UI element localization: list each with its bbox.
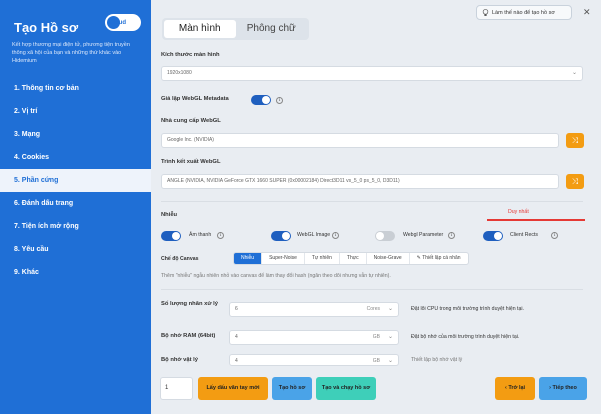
webgl-parameter-switch[interactable] [375,231,395,241]
cloud-toggle[interactable]: Cloud [105,14,141,31]
cpu-unit: Cores [366,306,380,312]
new-fingerprint-button[interactable]: Lấy dấu vân tay mới [198,377,268,400]
tab-screen[interactable]: Màn hình [164,20,236,38]
vram-description: Thiết lập bộ nhớ vật lý [411,357,463,363]
ram-label: Bộ nhớ RAM (64bit) [161,333,216,339]
webgl-metadata-switch[interactable] [251,95,271,105]
sidebar-header: Tạo Hồ sơ Cloud [0,0,151,35]
webgl-renderer-value: ANGLE (NVIDIA, NVIDIA GeForce GTX 1660 S… [167,178,400,184]
unique-underline [487,219,585,221]
help-link[interactable]: Làm thế nào để tạo hồ sơ [476,5,572,20]
sidebar-item-hardware[interactable]: 5. Phần cứng [0,169,151,192]
cpu-value: 6 [235,306,238,312]
create-profile-button[interactable]: Tạo hồ sơ [272,377,312,400]
audio-noise-label: Âm thanh [189,232,212,238]
canvas-hint: Thêm "nhiễu" ngẫu nhiên nhỏ vào canvas đ… [161,273,391,279]
cpu-label: Số lượng nhân xử lý [161,301,218,307]
resolution-value: 1920x1080 [167,70,192,76]
ram-input[interactable]: 4 GB ⌄ [229,330,399,345]
lightbulb-icon [482,8,489,16]
shuffle-vendor-button[interactable]: ⤨ [566,133,584,148]
divider [161,289,583,290]
sidebar-item-bookmarks[interactable]: 6. Đánh dấu trang [0,192,151,215]
ram-value: 4 [235,334,238,340]
sidebar: Tạo Hồ sơ Cloud Kết hợp thương mại điện … [0,0,151,414]
vram-value: 4 [235,358,238,364]
next-label: Tiếp theo [552,385,577,391]
shuffle-icon: ⤨ [571,177,579,186]
cpu-input[interactable]: 6 Cores ⌄ [229,302,399,317]
audio-noise-switch[interactable] [161,231,181,241]
cpu-description: Đặt lõi CPU trong môi trường trình duyệt… [411,306,524,312]
webgl-image-label: WebGL Image [297,232,331,238]
tab-fonts[interactable]: Phông chữ [236,20,308,38]
canvas-mode-super-noise[interactable]: Super-Noise [262,253,305,264]
tab-bar: Màn hình Phông chữ [162,18,309,40]
profile-count-input[interactable]: 1 [160,377,193,400]
webgl-vendor-label: Nhà cung cấp WebGL [161,118,221,124]
noise-label: Nhiễu [161,212,178,218]
info-icon: i [551,232,558,239]
resolution-select[interactable]: 1920x1080 ⌄ [161,66,583,81]
chevron-down-icon: ⌄ [571,70,577,76]
webgl-renderer-label: Trình kết xuất WebGL [161,159,221,165]
footer-actions: 1 Lấy dấu vân tay mới Tạo hồ sơ Tạo và c… [151,372,601,414]
info-icon: i [217,232,224,239]
chevron-right-icon: › [549,385,551,391]
custom-label: Thiết lập cá nhân [422,255,461,261]
close-icon[interactable]: ✕ [583,7,591,18]
info-icon: i [448,232,455,239]
chevron-left-icon: ‹ [504,385,507,391]
webgl-renderer-field[interactable]: ANGLE (NVIDIA, NVIDIA GeForce GTX 1660 S… [161,174,559,189]
canvas-mode-custom[interactable]: ✎ Thiết lập cá nhân [410,253,468,264]
sidebar-nav: 1. Thông tin cơ bản 2. Vị trí 3. Mạng 4.… [0,77,151,284]
sidebar-item-other[interactable]: 9. Khác [0,261,151,284]
webgl-parameter-label: Webgl Parameter [403,232,444,238]
shuffle-icon: ⤨ [571,136,579,145]
info-icon: i [332,232,339,239]
vram-input[interactable]: 4 GB ⌄ [229,354,399,366]
divider [161,201,583,202]
sidebar-item-basic-info[interactable]: 1. Thông tin cơ bản [0,77,151,100]
back-button[interactable]: ‹ Trở lại [495,377,535,400]
info-icon: i [276,97,283,104]
canvas-mode-natural[interactable]: Tự nhiên [305,253,340,264]
webgl-vendor-value: Google Inc. (NVIDIA) [167,137,214,143]
canvas-mode-noise-grave[interactable]: Noise-Grave [367,253,410,264]
canvas-mode-label: Chế độ Canvas [161,256,199,262]
chevron-down-icon: ⌄ [387,358,393,364]
ram-unit: GB [372,334,380,340]
vram-label: Bộ nhớ vật lý [161,357,198,363]
client-rects-label: Client Rects [510,232,538,238]
client-rects-switch[interactable] [483,231,503,241]
sidebar-item-network[interactable]: 3. Mạng [0,123,151,146]
sidebar-item-requests[interactable]: 8. Yêu cầu [0,238,151,261]
back-label: Trở lại [508,385,526,391]
canvas-mode-noise[interactable]: Nhiễu [234,253,263,264]
chevron-down-icon: ⌄ [387,334,393,340]
chevron-down-icon: ⌄ [387,306,393,312]
next-button[interactable]: › Tiếp theo [539,377,587,400]
sidebar-item-cookies[interactable]: 4. Cookies [0,146,151,169]
webgl-image-switch[interactable] [271,231,291,241]
shuffle-renderer-button[interactable]: ⤨ [566,174,584,189]
canvas-mode-segmented: Nhiễu Super-Noise Tự nhiên Thực Noise-Gr… [233,252,469,265]
cloud-toggle-label: Cloud [109,19,126,26]
sidebar-item-extensions[interactable]: 7. Tiện ích mở rộng [0,215,151,238]
pencil-icon: ✎ [416,255,421,261]
help-link-label: Làm thế nào để tạo hồ sơ [492,9,555,16]
canvas-mode-real[interactable]: Thực [340,253,367,264]
webgl-metadata-label: Giả lập WebGL Metadata [161,96,229,102]
hardware-form: Kích thước màn hình 1920x1080 ⌄ Giả lập … [151,44,593,366]
ram-description: Đặt bộ nhớ của môi trường trình duyệt hi… [411,334,520,340]
create-and-run-button[interactable]: Tạo và chạy hồ sơ [316,377,376,400]
webgl-vendor-field[interactable]: Google Inc. (NVIDIA) [161,133,559,148]
sidebar-description: Kết hợp thương mại điện tử, phương tiện … [12,42,130,64]
sidebar-item-location[interactable]: 2. Vị trí [0,100,151,123]
resolution-label: Kích thước màn hình [161,52,220,58]
unique-label: Duy nhất [508,209,529,215]
vram-unit: GB [372,358,380,364]
